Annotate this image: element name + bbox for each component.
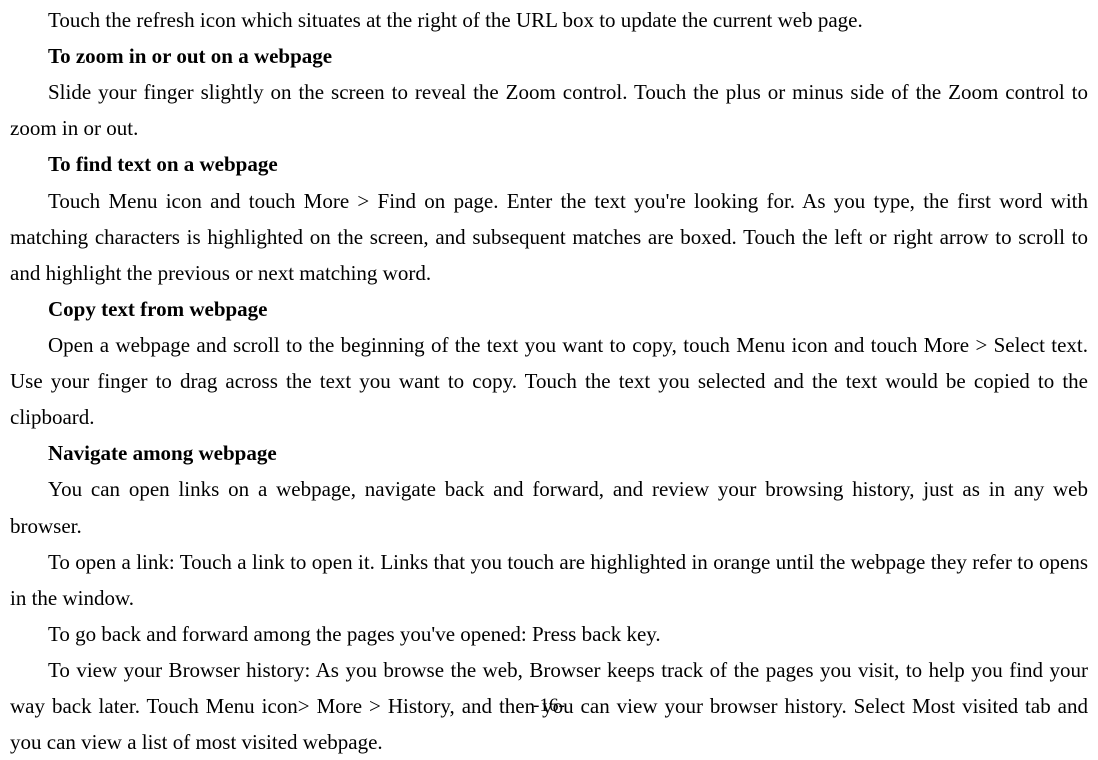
- copy-text-heading: Copy text from webpage: [10, 291, 1088, 327]
- open-link-instruction: To open a link: Touch a link to open it.…: [10, 544, 1088, 616]
- back-forward-instruction: To go back and forward among the pages y…: [10, 616, 1088, 652]
- copy-text-instruction: Open a webpage and scroll to the beginni…: [10, 327, 1088, 435]
- refresh-instruction-text: Touch the refresh icon which situates at…: [10, 2, 1088, 38]
- navigate-overview-text: You can open links on a webpage, navigat…: [10, 471, 1088, 543]
- zoom-heading: To zoom in or out on a webpage: [10, 38, 1088, 74]
- find-text-instruction: Touch Menu icon and touch More > Find on…: [10, 183, 1088, 291]
- zoom-instruction-text: Slide your finger slightly on the screen…: [10, 74, 1088, 146]
- find-text-heading: To find text on a webpage: [10, 146, 1088, 182]
- page-number: -16-: [0, 690, 1098, 723]
- navigate-heading: Navigate among webpage: [10, 435, 1088, 471]
